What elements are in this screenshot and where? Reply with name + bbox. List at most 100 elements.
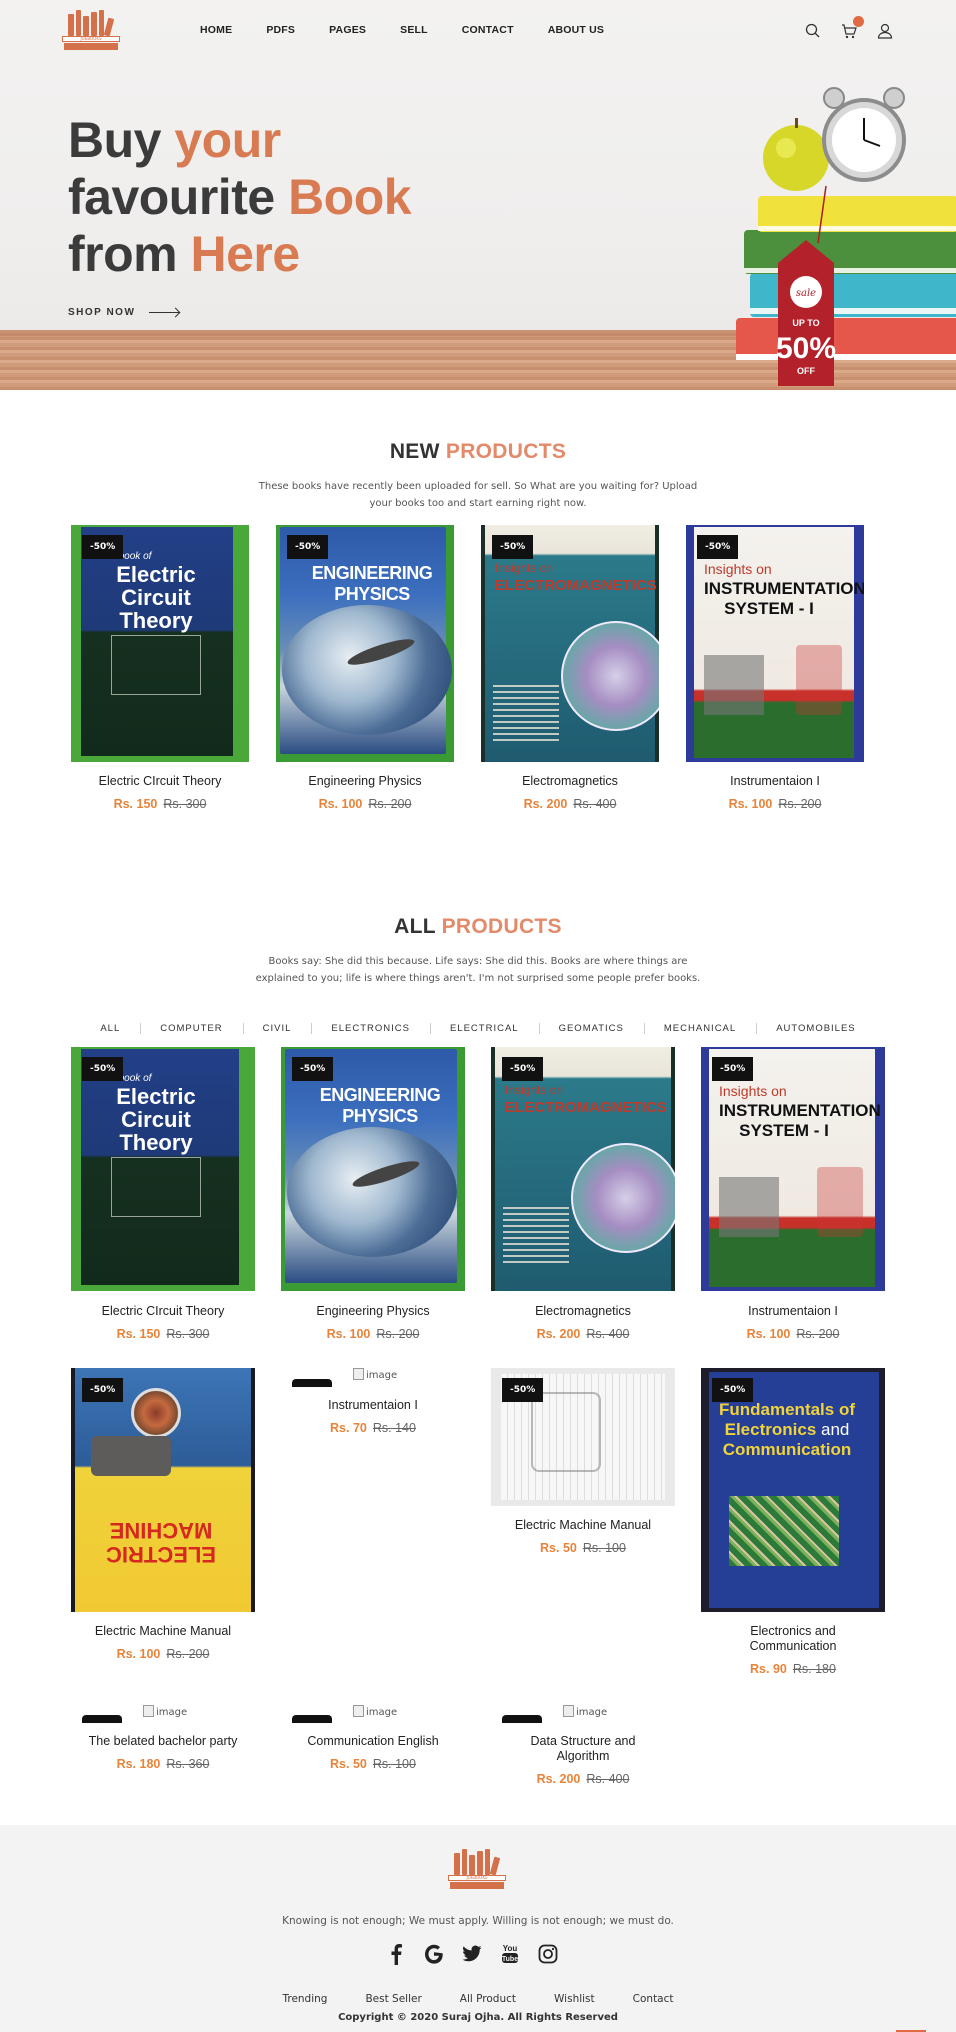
site-footer: JOEBOOKS Knowing is not enough; We must … bbox=[0, 1825, 956, 2032]
product-card[interactable]: image Instrumentaion I Rs. 70 Rs. 140 bbox=[281, 1368, 465, 1448]
instagram-icon[interactable] bbox=[538, 1943, 558, 1965]
product-price: Rs. 150 Rs. 300 bbox=[116, 1327, 210, 1341]
broken-image[interactable]: image bbox=[143, 1705, 187, 1718]
product-image[interactable]: A Textbook ofElectric Circuit Theory -50… bbox=[71, 525, 249, 762]
footer-link-best-seller[interactable]: Best Seller bbox=[365, 1993, 421, 2005]
menu-about-us[interactable]: ABOUT US bbox=[548, 24, 604, 36]
product-price: Rs. 90 Rs. 180 bbox=[750, 1662, 836, 1676]
svg-text:You: You bbox=[503, 1944, 518, 1953]
product-card[interactable]: ELECTRIC MACHINE -50% Electric Machine M… bbox=[71, 1368, 255, 1668]
site-logo[interactable]: JOEBOOKS bbox=[62, 10, 120, 52]
menu-home[interactable]: HOME bbox=[200, 24, 232, 36]
product-name[interactable]: Electric Machine Manual bbox=[481, 1518, 685, 1533]
sale-tag-upto: UP TO bbox=[792, 318, 819, 328]
filter-automobiles[interactable]: AUTOMOBILES bbox=[756, 1023, 875, 1034]
menu-sell[interactable]: SELL bbox=[400, 24, 428, 36]
product-price: Rs. 100 Rs. 200 bbox=[728, 797, 822, 811]
hero-books-illustration: sale UP TO 50% OFF bbox=[706, 68, 956, 388]
top-navigation: JOEBOOKS HOME PDFS PAGES SELL CONTACT AB… bbox=[0, 0, 956, 62]
broken-image[interactable]: image bbox=[353, 1368, 397, 1381]
menu-contact[interactable]: CONTACT bbox=[462, 24, 514, 36]
product-image[interactable]: Insights on INSTRUMENTATION SYSTEM - I -5… bbox=[686, 525, 864, 762]
footer-link-all-product[interactable]: All Product bbox=[460, 1993, 516, 2005]
product-price: Rs. 100 Rs. 200 bbox=[746, 1327, 840, 1341]
google-icon[interactable] bbox=[424, 1943, 444, 1965]
product-image[interactable]: ELECTRIC MACHINE -50% bbox=[71, 1368, 255, 1612]
discount-badge: -50% bbox=[712, 1378, 754, 1402]
filter-geomatics[interactable]: GEOMATICS bbox=[538, 1023, 644, 1034]
filter-electrical[interactable]: ELECTRICAL bbox=[429, 1023, 539, 1034]
filter-electronics[interactable]: ELECTRONICS bbox=[311, 1023, 430, 1034]
twitter-icon[interactable] bbox=[462, 1943, 482, 1965]
product-card[interactable]: Insights on INSTRUMENTATION SYSTEM - I -5… bbox=[701, 1047, 885, 1347]
product-image[interactable]: Insights on ELECTROMAGNETICS -50% bbox=[481, 525, 659, 762]
footer-links: Trending Best Seller All Product Wishlis… bbox=[0, 1993, 956, 2005]
product-name[interactable]: Data Structure and Algorithm bbox=[481, 1734, 685, 1764]
menu-pdfs[interactable]: PDFS bbox=[266, 24, 295, 36]
product-name[interactable]: Instrumentaion I bbox=[691, 1304, 895, 1319]
product-card[interactable]: ENGINEERING PHYSICS -50% Engineering Phy… bbox=[281, 1047, 465, 1347]
footer-logo[interactable]: JOEBOOKS bbox=[448, 1849, 508, 1895]
product-image[interactable]: ENGINEERING PHYSICS -50% bbox=[281, 1047, 465, 1291]
product-name[interactable]: The belated bachelor party bbox=[61, 1734, 265, 1749]
product-card[interactable]: A Textbook ofElectric Circuit Theory -50… bbox=[71, 525, 249, 825]
all-products-description: Books say: She did this because. Life sa… bbox=[255, 956, 701, 984]
discount-badge: -50% bbox=[82, 1378, 124, 1402]
product-image[interactable]: A Textbook ofElectric Circuit Theory -50… bbox=[71, 1047, 255, 1291]
menu-pages[interactable]: PAGES bbox=[329, 24, 366, 36]
product-image[interactable]: ENGINEERING PHYSICS -50% bbox=[276, 525, 454, 762]
product-image[interactable]: Fundamentals of Electronics and Communicat… bbox=[701, 1368, 885, 1612]
product-card[interactable]: image Communication English Rs. 50 Rs. 10… bbox=[281, 1705, 465, 1785]
facebook-icon[interactable] bbox=[386, 1943, 406, 1965]
copyright-text: Copyright © 2020 Suraj Ojha. All Rights … bbox=[338, 2012, 618, 2023]
filter-computer[interactable]: COMPUTER bbox=[140, 1023, 242, 1034]
product-card[interactable]: Insights on INSTRUMENTATION SYSTEM - I -5… bbox=[686, 525, 864, 825]
product-card[interactable]: A Textbook ofElectric Circuit Theory -50… bbox=[71, 1047, 255, 1347]
product-card[interactable]: Fundamentals of Electronics and Communicat… bbox=[701, 1368, 885, 1688]
user-icon[interactable] bbox=[876, 22, 894, 40]
youtube-icon[interactable]: You Tube bbox=[500, 1943, 520, 1965]
footer-link-contact[interactable]: Contact bbox=[633, 1993, 674, 2005]
product-name[interactable]: Electric CIrcuit Theory bbox=[61, 774, 259, 789]
product-name[interactable]: Engineering Physics bbox=[266, 774, 464, 789]
product-name[interactable]: Instrumentaion I bbox=[271, 1398, 475, 1413]
filter-mechanical[interactable]: MECHANICAL bbox=[643, 1023, 756, 1034]
discount-badge: -50% bbox=[697, 535, 739, 559]
shop-now-link[interactable]: SHOP NOW bbox=[68, 307, 180, 318]
category-filters: ALL COMPUTER CIVIL ELECTRONICS ELECTRICA… bbox=[0, 1023, 956, 1034]
discount-badge: -50% bbox=[292, 1057, 334, 1081]
product-name[interactable]: Electromagnetics bbox=[471, 774, 669, 789]
discount-badge: -50% bbox=[82, 1057, 124, 1081]
discount-badge bbox=[502, 1715, 542, 1723]
product-image[interactable]: -50% bbox=[491, 1368, 675, 1506]
product-price: Rs. 50 Rs. 100 bbox=[330, 1757, 416, 1771]
broken-image[interactable]: image bbox=[563, 1705, 607, 1718]
product-image[interactable]: Insights on INSTRUMENTATION SYSTEM - I -5… bbox=[701, 1047, 885, 1291]
product-name[interactable]: Engineering Physics bbox=[271, 1304, 475, 1319]
product-name[interactable]: Electric Machine Manual bbox=[61, 1624, 265, 1639]
search-icon[interactable] bbox=[804, 22, 822, 40]
filter-all[interactable]: ALL bbox=[80, 1023, 140, 1034]
footer-link-wishlist[interactable]: Wishlist bbox=[554, 1993, 595, 2005]
product-name[interactable]: Electronics and Communication bbox=[691, 1624, 895, 1654]
product-card[interactable]: image The belated bachelor party Rs. 180… bbox=[71, 1705, 255, 1785]
footer-logo-text: JOEBOOKS bbox=[448, 1875, 506, 1881]
logo-books-icon bbox=[454, 1849, 501, 1876]
product-card[interactable]: ENGINEERING PHYSICS -50% Engineering Phy… bbox=[276, 525, 454, 825]
product-card[interactable]: -50% Electric Machine Manual Rs. 50 Rs. 1… bbox=[491, 1368, 675, 1555]
discount-badge: -50% bbox=[712, 1057, 754, 1081]
broken-image[interactable]: image bbox=[353, 1705, 397, 1718]
product-card[interactable]: Insights on ELECTROMAGNETICS -50% Electro… bbox=[481, 525, 659, 825]
product-card[interactable]: Insights on ELECTROMAGNETICS -50% Electro… bbox=[491, 1047, 675, 1347]
product-image[interactable]: Insights on ELECTROMAGNETICS -50% bbox=[491, 1047, 675, 1291]
product-name[interactable]: Communication English bbox=[271, 1734, 475, 1749]
product-card[interactable]: image Data Structure and Algorithm Rs. 2… bbox=[491, 1705, 675, 1805]
cart-icon[interactable] bbox=[840, 16, 864, 40]
filter-civil[interactable]: CIVIL bbox=[242, 1023, 312, 1034]
product-name[interactable]: Electric CIrcuit Theory bbox=[61, 1304, 265, 1319]
footer-link-trending[interactable]: Trending bbox=[282, 1993, 327, 2005]
product-price: Rs. 200 Rs. 400 bbox=[536, 1772, 630, 1786]
product-name[interactable]: Instrumentaion I bbox=[676, 774, 874, 789]
arrow-right-icon bbox=[149, 312, 180, 313]
product-name[interactable]: Electromagnetics bbox=[481, 1304, 685, 1319]
